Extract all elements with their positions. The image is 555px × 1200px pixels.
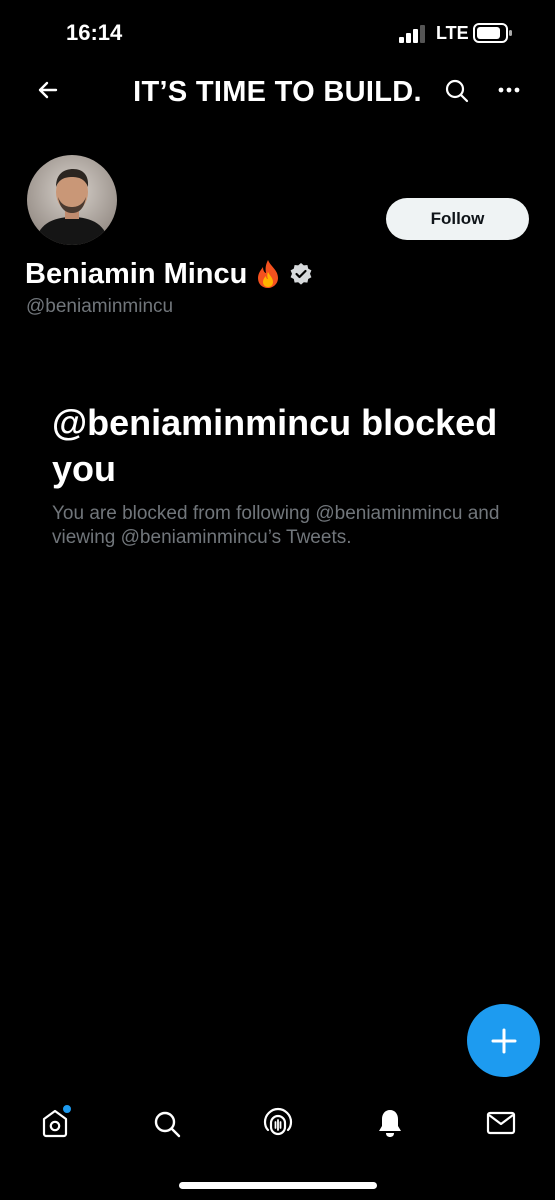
new-content-dot bbox=[62, 1104, 72, 1114]
search-icon[interactable] bbox=[444, 78, 470, 104]
spaces-icon[interactable] bbox=[263, 1106, 293, 1140]
notifications-icon[interactable] bbox=[375, 1106, 405, 1140]
blocked-title: @beniaminmincu blocked you bbox=[52, 402, 498, 489]
back-arrow-icon[interactable] bbox=[34, 76, 62, 104]
blocked-description: You are blocked from following @beniamin… bbox=[52, 503, 500, 548]
profile-handle: @beniaminmincu bbox=[26, 296, 174, 317]
avatar[interactable] bbox=[25, 153, 119, 247]
fire-emoji-icon bbox=[258, 260, 279, 288]
follow-button[interactable]: Follow bbox=[386, 198, 529, 240]
compose-tweet-button[interactable] bbox=[467, 1004, 540, 1077]
messages-icon[interactable] bbox=[486, 1106, 516, 1140]
signal-icon bbox=[399, 25, 425, 43]
status-time: 16:14 bbox=[66, 20, 123, 45]
profile-name: Beniamin Mincu bbox=[25, 257, 248, 290]
more-options-icon[interactable] bbox=[495, 80, 523, 100]
home-indicator[interactable] bbox=[179, 1182, 377, 1189]
banner-title: IT’S TIME TO BUILD. bbox=[133, 76, 422, 108]
search-nav-icon[interactable] bbox=[152, 1106, 182, 1140]
profile-name-row: Beniamin Mincu bbox=[25, 254, 313, 294]
plus-icon bbox=[491, 1028, 516, 1053]
verified-badge-icon bbox=[290, 263, 312, 285]
battery-icon bbox=[473, 23, 512, 43]
network-label: LTE bbox=[436, 23, 469, 43]
